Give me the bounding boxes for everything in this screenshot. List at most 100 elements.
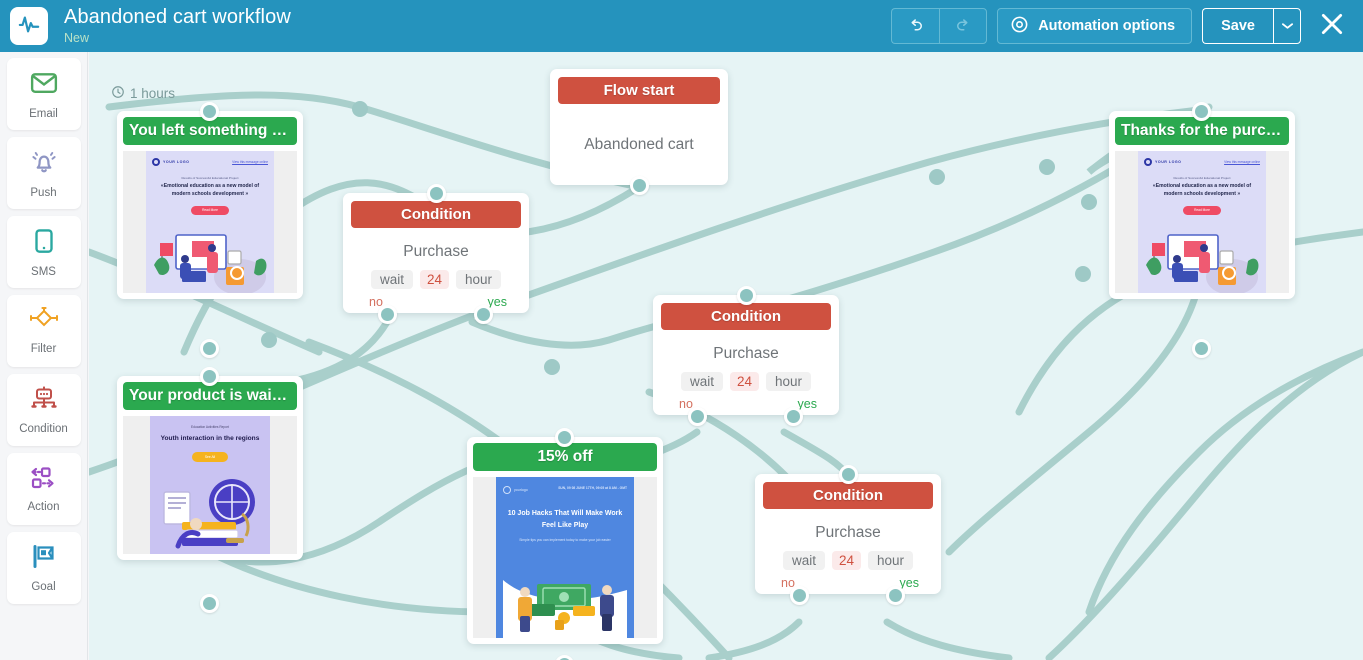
node-output-port-yes[interactable]	[474, 305, 493, 324]
node-output-port-no[interactable]	[688, 407, 707, 426]
envelope-icon	[29, 68, 59, 103]
sidebar-item-label: Email	[29, 108, 58, 120]
node-output-port-no[interactable]	[790, 586, 809, 605]
node-input-port[interactable]	[737, 286, 756, 305]
bell-icon	[29, 147, 59, 182]
sidebar-item-email[interactable]: Email	[7, 58, 81, 130]
wait-chip[interactable]: wait	[783, 551, 825, 570]
sidebar-item-label: Condition	[19, 423, 68, 435]
automation-options-label: Automation options	[1038, 18, 1175, 34]
node-condition-1[interactable]: Condition Purchase wait 24 hour no yes	[343, 193, 529, 313]
preview-illustration	[156, 466, 264, 554]
swap-icon	[28, 465, 60, 496]
preview-logo-text: YOUR LOGO	[1155, 160, 1181, 164]
wait-value-chip[interactable]: 24	[420, 270, 449, 289]
node-header: Condition	[763, 482, 933, 509]
condition-chips: wait 24 hour	[755, 551, 941, 570]
condition-branch-labels: no yes	[343, 289, 529, 309]
preview-kicker: Results of Successful Educational Projec…	[1144, 176, 1260, 180]
wait-chip[interactable]: wait	[681, 372, 723, 391]
node-header: 15% off	[473, 443, 657, 471]
sidebar-item-label: Filter	[31, 343, 57, 355]
email-preview: Education Activities Report Youth intera…	[123, 416, 297, 554]
node-input-port[interactable]	[1192, 102, 1211, 121]
condition-title: Purchase	[755, 524, 941, 542]
sidebar-item-label: SMS	[31, 266, 56, 278]
wait-value-chip[interactable]: 24	[832, 551, 861, 570]
condition-branch-labels: no yes	[755, 570, 941, 590]
phone-icon	[29, 226, 59, 261]
brand-logo-icon	[152, 158, 160, 166]
pulse-icon	[18, 13, 40, 40]
preview-headline: Youth interaction in the regions	[156, 434, 264, 444]
node-flow-start[interactable]: Flow start Abandoned cart	[550, 69, 728, 185]
preview-headline: 10 Job Hacks That Will Make Work Feel Li…	[503, 508, 627, 532]
wait-unit-chip[interactable]: hour	[766, 372, 811, 391]
node-email-you-left-something[interactable]: You left something b… YOUR LOGO View thi…	[117, 111, 303, 299]
node-input-port[interactable]	[555, 428, 574, 447]
node-input-port[interactable]	[200, 367, 219, 386]
node-output-port[interactable]	[200, 339, 219, 358]
wait-unit-chip[interactable]: hour	[868, 551, 913, 570]
workflow-canvas[interactable]: 1 hours Flow start Abandoned cart You le…	[89, 52, 1363, 660]
sidebar-item-filter[interactable]: Filter	[7, 295, 81, 367]
node-condition-2[interactable]: Condition Purchase wait 24 hour no yes	[653, 295, 839, 415]
branch-yes-label: yes	[900, 576, 919, 590]
wait-unit-chip[interactable]: hour	[456, 270, 501, 289]
sidebar-item-push[interactable]: Push	[7, 137, 81, 209]
node-email-your-product-is-waiting[interactable]: Your product is waiti… Education Activit…	[117, 376, 303, 560]
undo-redo-group	[891, 8, 987, 44]
node-email-thanks-for-the-purchase[interactable]: Thanks for the purch… YOUR LOGO View thi…	[1109, 111, 1295, 299]
close-button[interactable]	[1315, 9, 1349, 43]
branch-yes-label: yes	[798, 397, 817, 411]
redo-button[interactable]	[939, 8, 987, 44]
preview-headline: «Emotional education as a new model of m…	[1144, 183, 1260, 199]
node-header: Thanks for the purch…	[1115, 117, 1289, 145]
preview-kicker: Education Activities Report	[156, 425, 264, 429]
save-group: Save	[1202, 8, 1301, 44]
gear-icon	[1010, 15, 1029, 38]
delay-badge: 1 hours	[111, 85, 175, 102]
branch-yes-label: yes	[488, 295, 507, 309]
preview-kicker: Results of Successful Educational Projec…	[152, 176, 268, 180]
node-email-15-percent-off[interactable]: 15% off yourlogo SUN, 09 08 JUNE 17TH, 0…	[467, 437, 663, 644]
wait-value-chip[interactable]: 24	[730, 372, 759, 391]
preview-cta-button: See All	[192, 452, 228, 462]
node-header: Your product is waiti…	[123, 382, 297, 410]
node-output-port[interactable]	[630, 176, 649, 195]
automation-options-button[interactable]: Automation options	[997, 8, 1192, 44]
sidebar-item-action[interactable]: Action	[7, 453, 81, 525]
node-input-port[interactable]	[839, 465, 858, 484]
sidebar-item-sms[interactable]: SMS	[7, 216, 81, 288]
node-output-port-no[interactable]	[378, 305, 397, 324]
brand-logo-icon	[1144, 158, 1152, 166]
preview-view-online-link: View this message online	[1224, 160, 1260, 164]
app-logo	[10, 7, 48, 45]
sidebar-item-label: Goal	[31, 581, 55, 593]
preview-illustration	[503, 554, 627, 638]
wait-chip[interactable]: wait	[371, 270, 413, 289]
condition-chips: wait 24 hour	[653, 372, 839, 391]
brand-logo-icon	[503, 486, 511, 494]
preview-subtext: Simple tips you can implement today to m…	[503, 538, 627, 544]
clock-icon	[111, 85, 125, 102]
node-input-port[interactable]	[200, 102, 219, 121]
node-output-port-yes[interactable]	[784, 407, 803, 426]
node-condition-3[interactable]: Condition Purchase wait 24 hour no yes	[755, 474, 941, 594]
node-output-port-yes[interactable]	[886, 586, 905, 605]
save-button[interactable]: Save	[1202, 8, 1273, 44]
node-header: Condition	[351, 201, 521, 228]
workflow-title-block: Abandoned cart workflow New	[64, 7, 291, 45]
save-dropdown-button[interactable]	[1273, 8, 1301, 44]
node-output-port[interactable]	[200, 594, 219, 613]
node-palette-sidebar: Email Push SMS Filter	[0, 52, 88, 660]
filter-node-icon	[28, 307, 60, 338]
flag-icon	[29, 543, 59, 576]
undo-button[interactable]	[891, 8, 939, 44]
preview-cta-button: Read More	[1183, 206, 1221, 215]
delay-label: 1 hours	[130, 86, 175, 101]
sidebar-item-condition[interactable]: Condition	[7, 374, 81, 446]
node-input-port[interactable]	[427, 184, 446, 203]
sidebar-item-goal[interactable]: Goal	[7, 532, 81, 604]
node-output-port[interactable]	[1192, 339, 1211, 358]
